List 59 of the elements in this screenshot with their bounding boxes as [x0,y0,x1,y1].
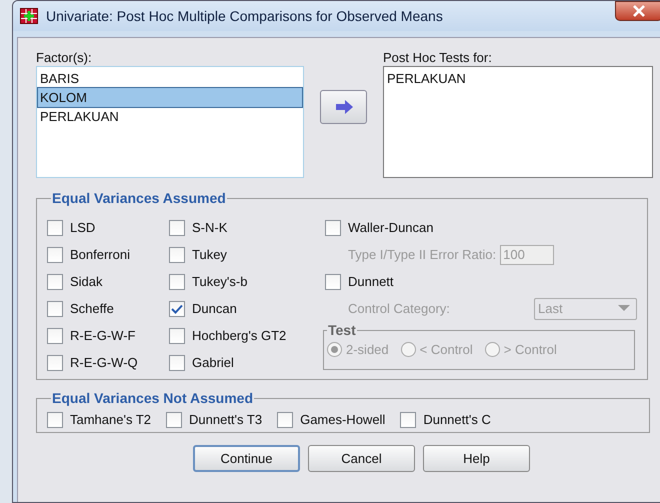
checkbox[interactable] [47,412,63,428]
dropdown-caret-icon [618,305,630,312]
checkbox-option[interactable]: R-E-G-W-F [47,322,169,349]
list-item[interactable]: PERLAKUAN [38,107,302,126]
arrow-icon [334,100,354,114]
group-title: Equal Variances Assumed [51,190,227,206]
list-item[interactable]: KOLOM [38,88,302,107]
control-category-label: Control Category: [348,301,450,316]
close-button[interactable] [615,1,660,21]
checkbox-option[interactable]: Waller-Duncan [325,214,643,241]
checkbox-option[interactable]: Tukey's-b [169,268,291,295]
checkbox[interactable] [325,220,341,236]
window-title: Univariate: Post Hoc Multiple Comparisons for Observed Means [46,8,443,24]
error-ratio-label: Type I/Type II Error Ratio: [348,247,496,262]
post-hoc-list[interactable]: PERLAKUAN [383,66,653,178]
checkbox[interactable] [47,246,63,262]
checkbox[interactable] [169,220,185,236]
checkbox-option[interactable]: Duncan [169,295,291,322]
checkbox[interactable] [47,220,63,236]
checkbox-option[interactable]: Dunnett [325,268,643,295]
close-icon [632,5,646,17]
group-title: Equal Variances Not Assumed [51,390,254,406]
checkbox[interactable] [169,246,185,262]
checkbox-option[interactable]: Bonferroni [47,241,169,268]
post-hoc-label: Post Hoc Tests for: [383,50,493,65]
checkbox-option[interactable]: Tamhane's T2 [47,406,152,433]
list-item[interactable]: PERLAKUAN [385,69,651,88]
checkbox[interactable] [47,328,63,344]
checkbox-option[interactable]: S-N-K [169,214,291,241]
checkbox-option[interactable]: Scheffe [47,295,169,322]
checkbox[interactable] [277,412,294,428]
checkbox-option[interactable]: Games-Howell [277,406,386,433]
checkbox-option[interactable]: Dunnett's C [400,406,491,433]
checkbox-option[interactable]: LSD [47,214,169,241]
dialog-button[interactable]: Continue [193,445,300,472]
checkbox[interactable] [166,412,182,428]
checkbox-option[interactable]: Hochberg's GT2 [169,322,291,349]
factors-label: Factor(s): [36,50,93,65]
checkbox-option[interactable]: Gabriel [169,349,291,376]
group-title: Test [327,322,357,338]
factors-list[interactable]: BARIS KOLOM PERLAKUAN [36,66,304,178]
checkbox[interactable] [169,300,185,316]
checkbox[interactable] [47,274,63,290]
checkbox[interactable] [47,354,63,370]
dialog-button[interactable]: Help [423,445,530,472]
checkbox-option[interactable]: Dunnett's T3 [166,406,262,433]
checkbox[interactable] [169,328,185,344]
move-button[interactable] [320,90,367,124]
dialog-button[interactable]: Cancel [308,445,415,472]
checkbox-option[interactable]: R-E-G-W-Q [47,349,169,376]
checkbox-option[interactable]: Tukey [169,241,291,268]
checkbox[interactable] [169,274,185,290]
checkbox[interactable] [169,354,185,370]
checkbox-option[interactable]: Sidak [47,268,169,295]
checkbox[interactable] [400,412,416,428]
checkbox[interactable] [325,274,341,290]
list-item[interactable]: BARIS [38,69,302,88]
checkbox[interactable] [47,300,63,316]
grid-icon [20,8,38,24]
